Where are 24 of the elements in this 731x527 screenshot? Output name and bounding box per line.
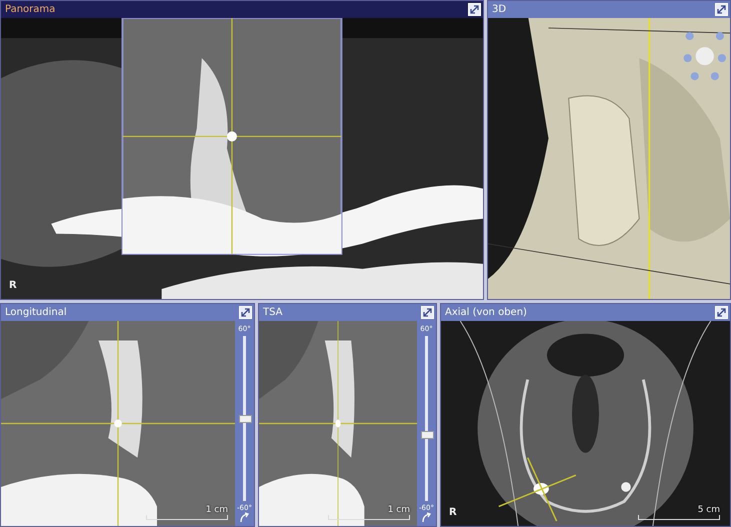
- maximize-icon[interactable]: [715, 3, 728, 16]
- panel-title: Longitudinal: [5, 307, 67, 318]
- panel-header[interactable]: Longitudinal: [1, 304, 254, 321]
- scale-label: 1 cm: [388, 505, 410, 515]
- rotate-icon[interactable]: [239, 512, 250, 523]
- panel-header[interactable]: TSA: [259, 304, 436, 321]
- panel-title: 3D: [492, 4, 506, 15]
- rotate-icon[interactable]: [421, 512, 432, 523]
- slider-thumb[interactable]: [421, 431, 434, 439]
- maximize-icon[interactable]: [421, 306, 434, 319]
- panel-header[interactable]: 3D: [488, 1, 730, 18]
- orientation-label: R: [449, 507, 457, 518]
- panel-title: Panorama: [5, 4, 56, 15]
- maximize-icon[interactable]: [468, 3, 481, 16]
- slider-thumb[interactable]: [239, 414, 252, 422]
- maximize-icon[interactable]: [715, 306, 728, 319]
- panel-header[interactable]: Axial (von oben): [441, 304, 730, 321]
- scale-label: 5 cm: [698, 505, 720, 515]
- panel-header[interactable]: Panorama: [1, 1, 483, 18]
- scale-label: 1 cm: [206, 505, 228, 515]
- maximize-icon[interactable]: [239, 306, 252, 319]
- orientation-label: R: [9, 280, 17, 291]
- panel-title: TSA: [263, 307, 282, 318]
- panel-title: Axial (von oben): [445, 307, 527, 318]
